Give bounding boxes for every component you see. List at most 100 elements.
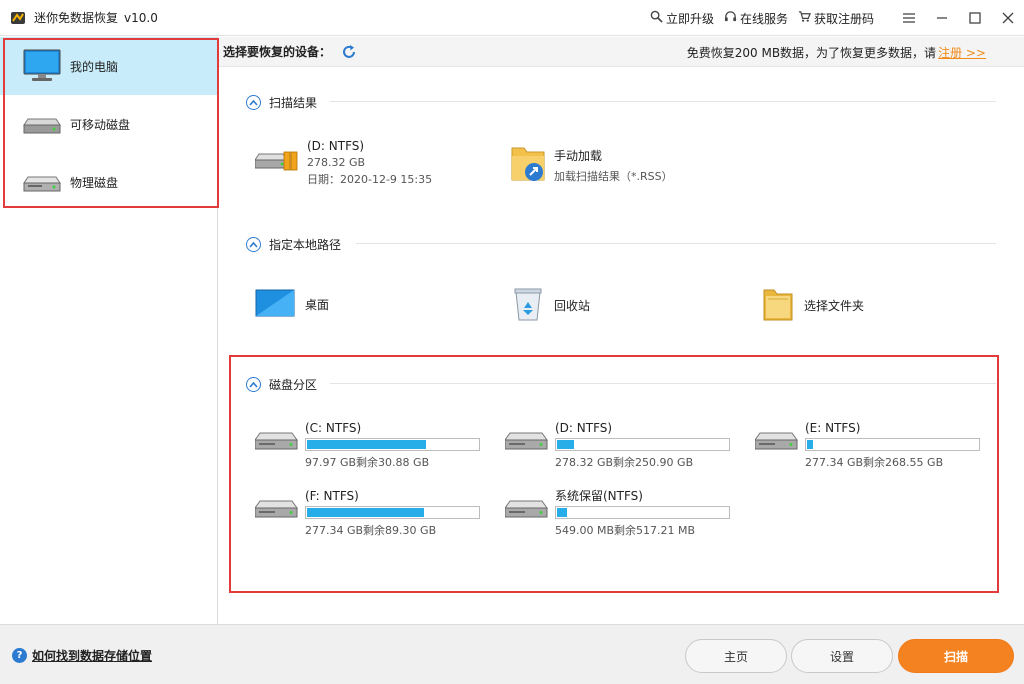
scan-results-header: 扫描结果 [246, 94, 317, 111]
sidebar-item-label: 可移动磁盘 [70, 117, 131, 132]
partition-item[interactable]: (D: NTFS) 278.32 GB剩余250.90 GB [504, 421, 730, 470]
get-code-label: 获取注册码 [813, 11, 874, 26]
chevron-up-icon [249, 381, 258, 388]
help-link[interactable]: ? 如何找到数据存储位置 [12, 647, 152, 664]
partition-name: (F: NTFS) [305, 489, 359, 503]
partition-item[interactable]: 系统保留(NTFS) 549.00 MB剩余517.21 MB [504, 489, 730, 538]
maximize-button[interactable] [958, 0, 991, 36]
usage-bar-fill [307, 508, 424, 517]
path-label: 桌面 [305, 297, 330, 312]
partition-item[interactable]: (E: NTFS) 277.34 GB剩余268.55 GB [754, 421, 980, 470]
title-bar: 迷你免数据恢复 v10.0 立即升级 在线服务 获取注册码 [0, 0, 1024, 36]
usage-bar-fill [557, 508, 567, 517]
get-code-link[interactable]: 获取注册码 [798, 10, 874, 27]
sidebar-item-my-computer[interactable]: 我的电脑 [0, 37, 217, 95]
partition-size: 278.32 GB剩余250.90 GB [555, 456, 694, 469]
partition-size: 97.97 GB剩余30.88 GB [305, 456, 430, 469]
scan-date: 日期：2020-12-9 15:35 [307, 173, 433, 186]
title-links: 立即升级 在线服务 获取注册码 [650, 0, 874, 36]
recycle-bin-icon [512, 286, 544, 325]
path-recycle-bin[interactable]: 回收站 [512, 286, 590, 325]
usage-bar [805, 438, 980, 451]
partition-name: 系统保留(NTFS) [555, 489, 643, 503]
register-link[interactable]: 注册 >> [938, 44, 986, 61]
usage-bar [555, 438, 730, 451]
minimize-button[interactable] [925, 0, 958, 36]
usage-bar [305, 506, 480, 519]
hard-drive-icon [504, 429, 549, 455]
home-button[interactable]: 主页 [685, 639, 787, 673]
partition-name: (C: NTFS) [305, 421, 362, 435]
choose-device-label: 选择要恢复的设备： [223, 45, 332, 59]
section-title: 磁盘分区 [269, 378, 318, 392]
device-header: 选择要恢复的设备： 免费恢复200 MB数据，为了恢复更多数据，请 注册 >> [219, 37, 1024, 67]
local-path-header: 指定本地路径 [246, 236, 341, 253]
upgrade-link[interactable]: 立即升级 [650, 10, 714, 27]
app-title: 迷你免数据恢复 [34, 11, 119, 25]
cart-icon [798, 10, 811, 26]
scan-drive-size: 278.32 GB [307, 156, 366, 169]
help-text: 如何找到数据存储位置 [32, 649, 153, 663]
usage-bar-fill [557, 440, 574, 449]
path-choose-folder[interactable]: 选择文件夹 [762, 286, 864, 325]
upgrade-label: 立即升级 [665, 11, 714, 26]
drive-result-icon [254, 148, 299, 179]
partition-item[interactable]: (C: NTFS) 97.97 GB剩余30.88 GB [254, 421, 480, 470]
app-version: v10.0 [124, 10, 158, 25]
last-scan-result[interactable]: (D: NTFS) 278.32 GB 日期：2020-12-9 15:35 [254, 138, 433, 188]
sidebar-item-removable-disk[interactable]: 可移动磁盘 [0, 95, 217, 153]
settings-button[interactable]: 设置 [791, 639, 893, 673]
partitions-header: 磁盘分区 [246, 376, 317, 393]
collapse-toggle[interactable] [246, 237, 261, 252]
section-title: 扫描结果 [269, 96, 318, 110]
scan-drive-name: (D: NTFS) [307, 139, 365, 153]
path-label: 回收站 [554, 298, 591, 313]
scan-button[interactable]: 扫描 [898, 639, 1014, 673]
footer: ? 如何找到数据存储位置 主页 设置 扫描 [0, 624, 1024, 684]
usage-bar [305, 438, 480, 451]
maximize-icon [968, 12, 981, 24]
app-logo-icon [10, 10, 26, 26]
path-desktop[interactable]: 桌面 [255, 288, 329, 321]
headset-icon [724, 10, 737, 26]
folder-icon [762, 286, 794, 325]
refresh-icon[interactable] [341, 44, 357, 60]
close-icon [1002, 12, 1013, 24]
sidebar-item-physical-disk[interactable]: 物理磁盘 [0, 153, 217, 211]
hard-drive-icon [504, 497, 549, 523]
collapse-toggle[interactable] [246, 95, 261, 110]
partitions-highlight-box [229, 355, 999, 593]
monitor-icon [22, 49, 62, 83]
section-divider [356, 243, 996, 244]
hard-drive-icon [754, 429, 799, 455]
hard-drive-icon [254, 497, 299, 523]
partition-size: 277.34 GB剩余268.55 GB [805, 456, 944, 469]
removable-disk-icon [22, 107, 62, 141]
menu-button[interactable] [892, 0, 925, 36]
online-service-link[interactable]: 在线服务 [724, 10, 788, 27]
partition-size: 549.00 MB剩余517.21 MB [555, 524, 696, 537]
manual-load-subtitle: 加载扫描结果（*.RSS） [554, 170, 673, 183]
partition-size: 277.34 GB剩余89.30 GB [305, 524, 437, 537]
hard-drive-icon [254, 429, 299, 455]
sidebar-item-label: 我的电脑 [70, 59, 119, 74]
free-quota-note: 免费恢复200 MB数据，为了恢复更多数据，请 注册 >> [687, 37, 986, 67]
manual-load[interactable]: 手动加载 加载扫描结果（*.RSS） [510, 142, 673, 187]
collapse-toggle[interactable] [246, 377, 261, 392]
section-divider [330, 383, 996, 384]
sidebar-item-label: 物理磁盘 [70, 175, 119, 190]
desktop-icon [255, 288, 295, 321]
usage-bar-fill [307, 440, 426, 449]
path-label: 选择文件夹 [804, 298, 865, 313]
hamburger-icon [902, 13, 915, 23]
section-title: 指定本地路径 [269, 238, 342, 252]
question-icon: ? [12, 648, 27, 663]
chevron-up-icon [249, 99, 258, 106]
partition-name: (E: NTFS) [805, 421, 861, 435]
close-button[interactable] [991, 0, 1024, 36]
partition-name: (D: NTFS) [555, 421, 613, 435]
sidebar: 我的电脑 可移动磁盘 物理磁盘 [0, 37, 218, 624]
minimize-icon [936, 17, 947, 19]
partition-item[interactable]: (F: NTFS) 277.34 GB剩余89.30 GB [254, 489, 480, 538]
window-controls [892, 0, 1024, 36]
